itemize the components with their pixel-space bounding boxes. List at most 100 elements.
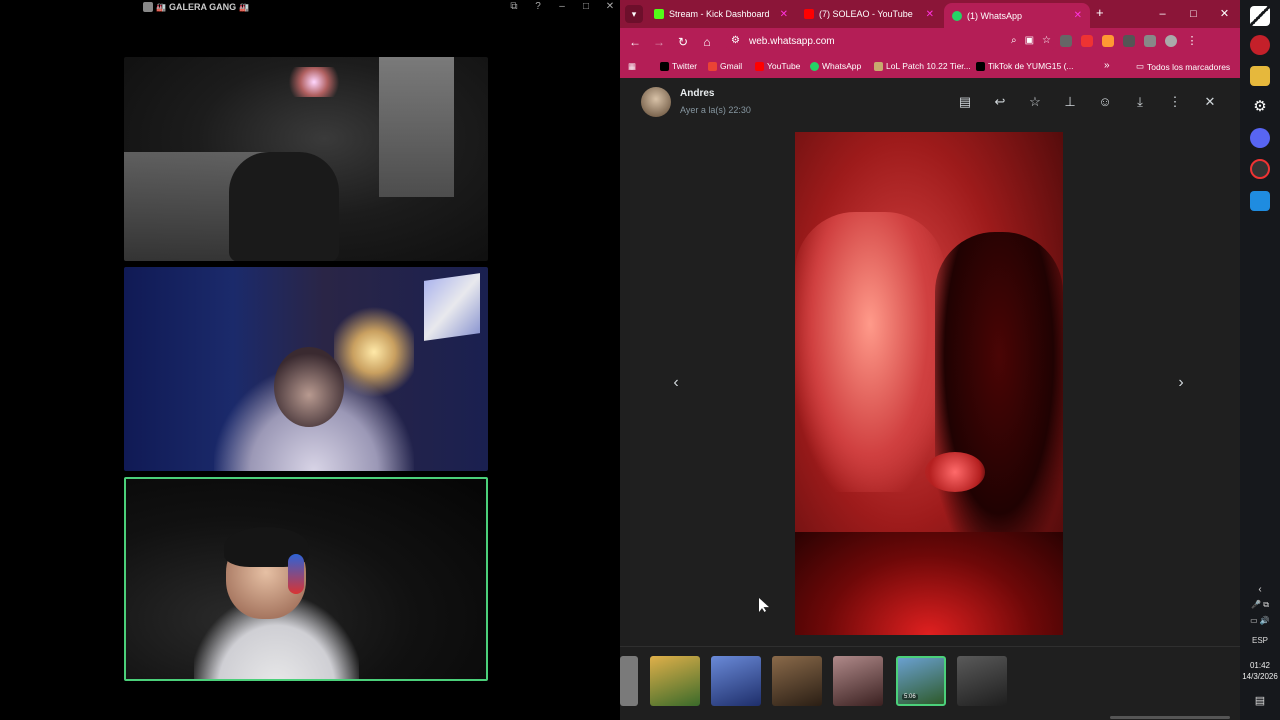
language-indicator[interactable]: ESP <box>1240 636 1280 645</box>
horizontal-scrollbar[interactable] <box>1110 716 1230 719</box>
bookmark-star-icon[interactable]: ☆ <box>1042 35 1051 46</box>
site-info-icon[interactable]: ⚙ <box>731 35 740 46</box>
media-thumbnails: 5:06 <box>620 656 1240 708</box>
obs-icon[interactable] <box>1250 159 1270 179</box>
back-icon[interactable]: ← <box>627 34 643 50</box>
video-tile-1[interactable] <box>124 57 488 261</box>
title-decor-left: 🏭 <box>156 2 166 12</box>
reply-icon[interactable]: ↩ <box>992 94 1008 110</box>
viewer-header: Andres Ayer a la(s) 22:30 ▤ ↩ ☆ ⊥ ☺ ⤓ ⋮ … <box>620 78 1240 128</box>
apps-grid-icon[interactable]: ▦ <box>628 61 636 72</box>
clock-time: 01:42 <box>1249 661 1271 670</box>
media-thumbnail[interactable] <box>833 656 883 706</box>
settings-icon[interactable]: ⚙ <box>1250 97 1270 117</box>
tab-close-icon[interactable]: ✕ <box>926 9 934 20</box>
next-media-button[interactable]: › <box>1171 373 1191 393</box>
all-bookmarks-folder[interactable]: ▭ Todos los marcadores <box>1136 61 1230 72</box>
minimize-button[interactable]: – <box>556 1 568 12</box>
tab-close-icon[interactable]: ✕ <box>1074 10 1082 21</box>
forward-icon[interactable]: → <box>651 34 667 50</box>
hand <box>925 452 985 492</box>
clock[interactable]: 01:42 14/3/2026 <box>1240 660 1280 682</box>
star-icon[interactable]: ☆ <box>1027 94 1043 110</box>
video-tile-3-speaking[interactable] <box>124 477 488 681</box>
app-icon[interactable] <box>1250 191 1270 211</box>
url-text: web.whatsapp.com <box>749 36 835 47</box>
media-video[interactable] <box>795 132 1063 635</box>
profile-avatar[interactable] <box>1165 35 1177 47</box>
prev-media-button[interactable]: ‹ <box>666 373 686 393</box>
help-icon[interactable]: ? <box>532 1 544 12</box>
network-volume-icons[interactable]: ▭ 🔊 <box>1240 616 1280 625</box>
close-button[interactable]: ✕ <box>1209 0 1240 28</box>
extension-icon[interactable] <box>1081 35 1093 47</box>
pin-icon[interactable]: ⊥ <box>1062 94 1078 110</box>
tray-expand-icon[interactable]: ‹ <box>1240 584 1280 595</box>
extension-icon[interactable] <box>1102 35 1114 47</box>
media-thumbnail-selected[interactable]: 5:06 <box>896 656 946 706</box>
new-tab-button[interactable]: + <box>1096 5 1104 20</box>
chrome-icon[interactable] <box>1250 35 1270 55</box>
tab-search-button[interactable]: ▾ <box>625 5 643 23</box>
bookmarks-bar: ▦ Twitter Gmail YouTube WhatsApp LoL Pat… <box>620 56 1240 78</box>
tab-youtube[interactable]: (7) SOLEAO - YouTube ✕ <box>796 3 942 25</box>
youtube-icon <box>755 61 764 71</box>
address-bar[interactable]: ⚙ web.whatsapp.com ⌕ ▣ ☆ <box>725 32 1057 52</box>
download-icon[interactable]: ⤓ <box>1132 94 1148 110</box>
minimize-button[interactable]: – <box>1147 0 1178 28</box>
bookmark-gmail[interactable]: Gmail <box>708 61 742 71</box>
headset <box>288 554 304 594</box>
call-window-controls: ⧉ ? – □ ✕ <box>508 1 616 12</box>
browser-window: ▾ Stream - Kick Dashboard ✕ (7) SOLEAO -… <box>620 0 1240 720</box>
zoom-icon[interactable]: ⌕ <box>1011 35 1017 46</box>
folder-icon: ▭ <box>1136 61 1145 71</box>
maximize-button[interactable]: □ <box>580 1 592 12</box>
bookmark-lol-patch[interactable]: LoL Patch 10.22 Tier... <box>874 61 971 71</box>
media-thumbnail[interactable] <box>772 656 822 706</box>
whatsapp-media-viewer: Andres Ayer a la(s) 22:30 ▤ ↩ ☆ ⊥ ☺ ⤓ ⋮ … <box>620 78 1240 720</box>
taskbar: ⚙ ‹ 🎤 ⧉ ▭ 🔊 ESP 01:42 14/3/2026 ▤ <box>1240 0 1280 720</box>
reload-icon[interactable]: ↻ <box>675 34 691 50</box>
media-thumbnail[interactable] <box>957 656 1007 706</box>
sender-name: Andres <box>680 88 715 99</box>
tab-kick[interactable]: Stream - Kick Dashboard ✕ <box>646 3 796 25</box>
tab-close-icon[interactable]: ✕ <box>780 9 788 20</box>
avatar[interactable] <box>641 87 671 117</box>
bookmark-youtube[interactable]: YouTube <box>755 61 800 71</box>
video-tile-2[interactable] <box>124 267 488 471</box>
extensions-puzzle-icon[interactable] <box>1123 35 1135 47</box>
notifications-icon[interactable]: ▤ <box>1240 694 1280 707</box>
tab-whatsapp[interactable]: (1) WhatsApp ✕ <box>944 3 1090 28</box>
tab-title: Stream - Kick Dashboard <box>669 9 770 19</box>
bookmark-tiktok[interactable]: TikTok de YUMG15 (... <box>976 61 1074 71</box>
cast-icon[interactable]: ▣ <box>1025 35 1034 46</box>
tray-icons[interactable]: 🎤 ⧉ <box>1240 600 1280 610</box>
gaming-chair <box>229 152 339 261</box>
bookmark-twitter[interactable]: Twitter <box>660 61 697 71</box>
home-icon[interactable]: ⌂ <box>699 34 715 50</box>
message-icon[interactable]: ▤ <box>957 94 973 110</box>
extension-icon[interactable] <box>1060 35 1072 47</box>
popout-icon[interactable]: ⧉ <box>508 1 520 12</box>
video-duration-badge: 5:06 <box>902 694 918 700</box>
media-control-icon[interactable] <box>1144 35 1156 47</box>
discord-icon[interactable] <box>1250 128 1270 148</box>
bookmark-whatsapp[interactable]: WhatsApp <box>810 61 861 71</box>
tiktok-icon <box>976 61 985 71</box>
maximize-button[interactable]: □ <box>1178 0 1209 28</box>
mouse-cursor-icon <box>759 598 769 612</box>
chrome-menu-icon[interactable]: ⋮ <box>1186 35 1198 47</box>
kick-icon <box>654 9 664 19</box>
media-thumbnail[interactable] <box>711 656 761 706</box>
close-icon[interactable]: ✕ <box>1202 94 1218 110</box>
bookmarks-overflow-icon[interactable]: » <box>1104 60 1110 71</box>
close-button[interactable]: ✕ <box>604 1 616 12</box>
media-thumbnail[interactable] <box>650 656 700 706</box>
emoji-icon[interactable]: ☺ <box>1097 94 1113 110</box>
thumbnails-divider <box>620 646 1240 647</box>
windows-start-icon[interactable] <box>1250 6 1270 26</box>
file-explorer-icon[interactable] <box>1250 66 1270 86</box>
browser-window-controls: – □ ✕ <box>1147 0 1240 28</box>
media-thumbnail[interactable] <box>620 656 638 706</box>
menu-icon[interactable]: ⋮ <box>1167 94 1183 110</box>
